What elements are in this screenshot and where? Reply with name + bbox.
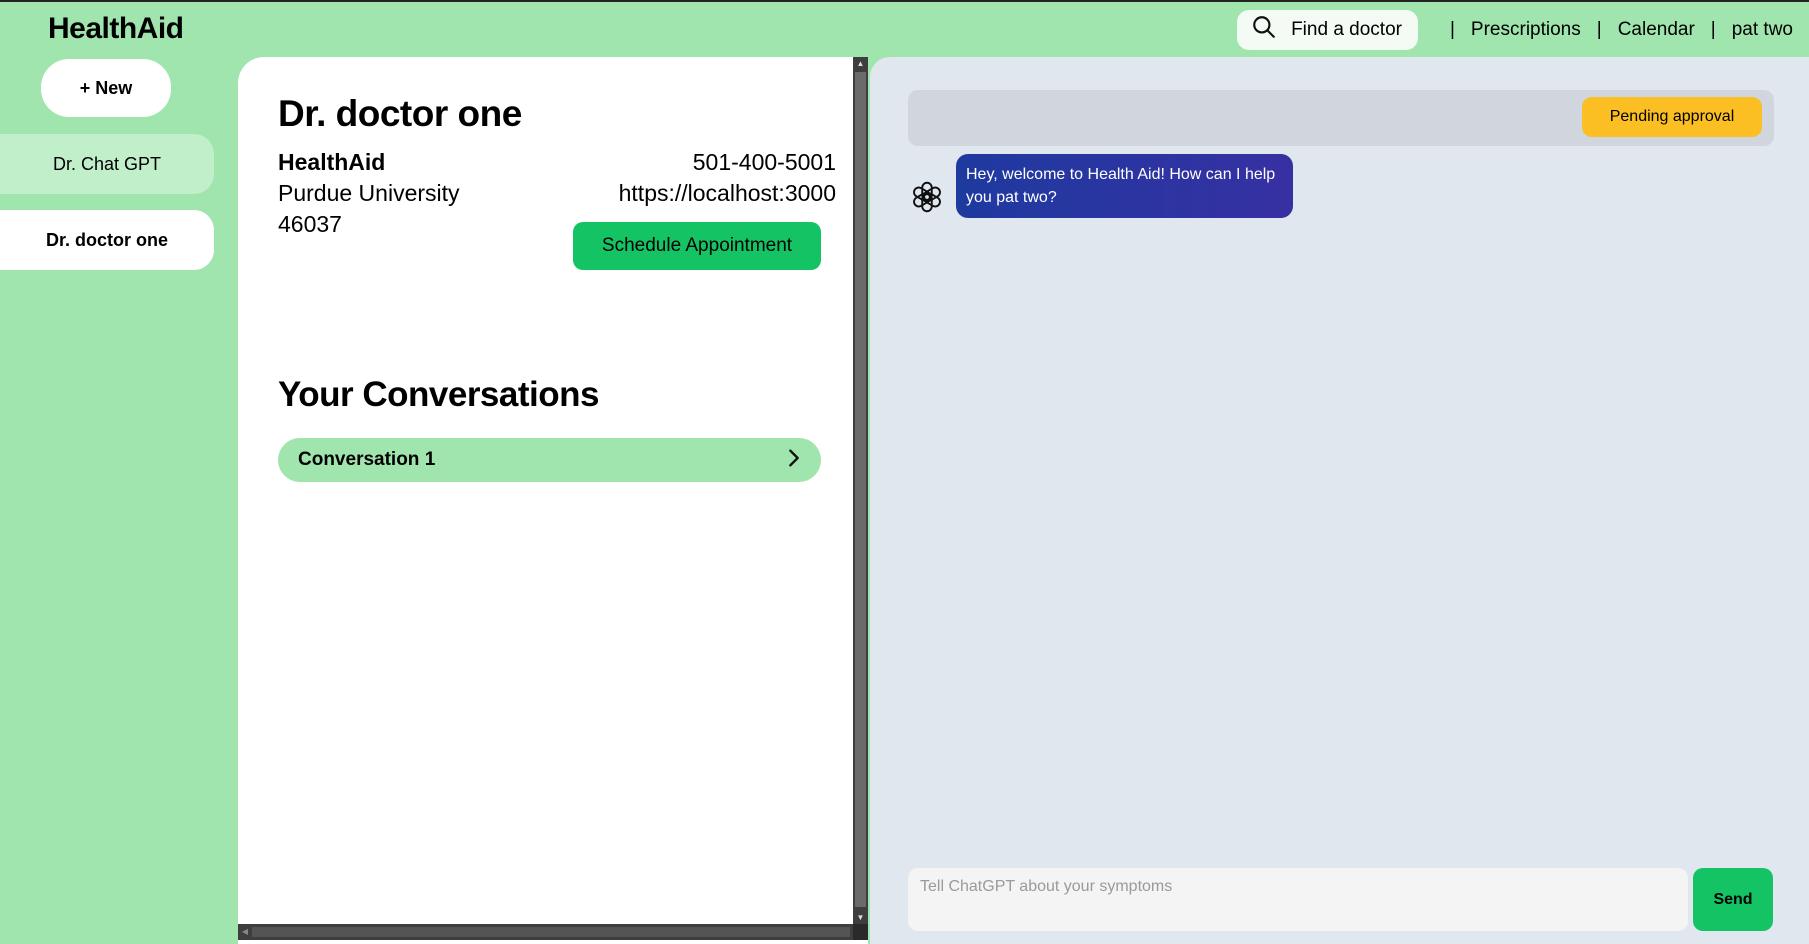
doctor-zip: 46037 (278, 211, 342, 237)
top-nav: Find a doctor | Prescriptions | Calendar… (1237, 10, 1809, 50)
send-button[interactable]: Send (1693, 868, 1773, 931)
scrollbar-thumb[interactable] (855, 72, 866, 907)
window-top-border (0, 0, 1809, 2)
new-chat-button[interactable]: + New (41, 59, 171, 117)
doctor-organization: HealthAid (278, 149, 386, 175)
chat-status-bar: Pending approval (908, 90, 1774, 146)
doctor-panel-vertical-scrollbar[interactable]: ▲ ▼ (853, 57, 868, 925)
nav-separator: | (1596, 19, 1602, 40)
conversation-label: Conversation 1 (298, 449, 436, 470)
chatgpt-logo-icon (908, 178, 946, 216)
search-icon (1251, 14, 1277, 46)
scroll-up-arrow-icon[interactable]: ▲ (853, 57, 868, 71)
find-doctor-label: Find a doctor (1291, 19, 1402, 40)
nav-separator: | (1710, 19, 1716, 40)
chat-panel: Pending approval Hey, welcome to Health … (870, 57, 1809, 944)
schedule-appointment-button[interactable]: Schedule Appointment (573, 222, 821, 270)
chevron-right-icon (783, 447, 805, 474)
doctor-university: Purdue University (278, 180, 460, 206)
sidebar-item-chat-gpt[interactable]: Dr. Chat GPT (0, 134, 214, 194)
sidebar-item-label: Dr. Chat GPT (52, 153, 162, 174)
status-badge: Pending approval (1582, 97, 1762, 137)
nav-separator: | (1449, 19, 1455, 40)
scroll-down-arrow-icon[interactable]: ▼ (853, 911, 868, 925)
sidebar-item-doctor-one[interactable]: Dr. doctor one (0, 210, 214, 270)
doctor-details-panel: Dr. doctor one HealthAid Purdue Universi… (238, 57, 868, 944)
bot-message-bubble: Hey, welcome to Health Aid! How can I he… (956, 154, 1293, 218)
nav-link-prescriptions[interactable]: Prescriptions (1471, 19, 1581, 41)
doctor-panel-horizontal-scrollbar[interactable]: ◀ ▶ (238, 924, 868, 940)
symptoms-input[interactable] (908, 868, 1688, 931)
user-menu[interactable]: pat two (1732, 19, 1793, 41)
doctor-phone: 501-400-5001 (692, 149, 836, 175)
scrollbar-thumb[interactable] (252, 927, 850, 937)
find-doctor-button[interactable]: Find a doctor (1237, 10, 1418, 50)
doctor-url[interactable]: https://localhost:3000 (619, 180, 836, 207)
conversations-title: Your Conversations (278, 375, 599, 414)
brand-logo[interactable]: HealthAid (48, 12, 184, 46)
nav-link-calendar[interactable]: Calendar (1618, 19, 1695, 41)
scroll-left-arrow-icon[interactable]: ◀ (238, 924, 252, 940)
scrollbar-corner (853, 924, 868, 940)
conversation-item[interactable]: Conversation 1 (278, 438, 821, 482)
sidebar-item-label: Dr. doctor one (45, 229, 168, 250)
doctor-name: Dr. doctor one (278, 93, 522, 134)
